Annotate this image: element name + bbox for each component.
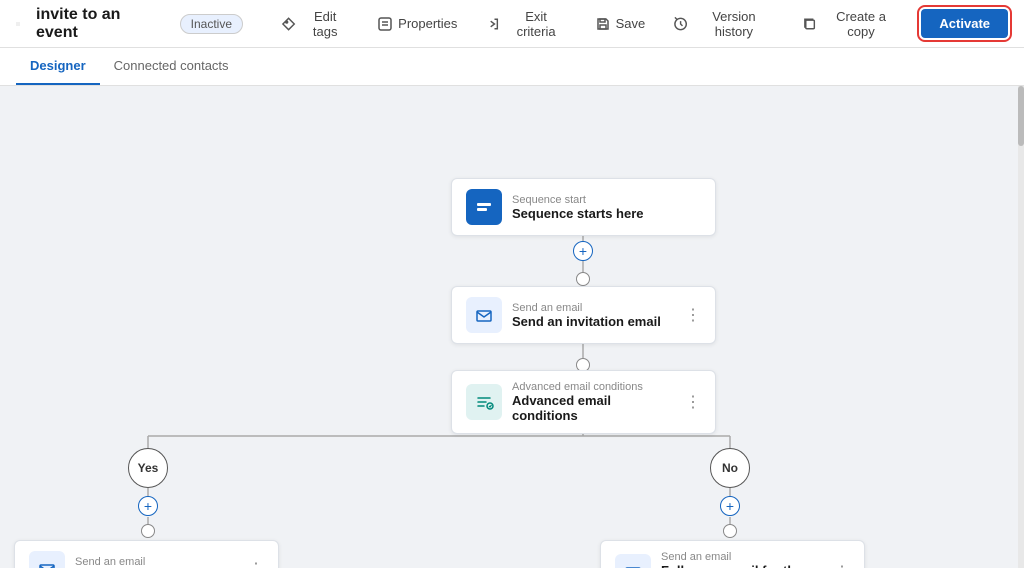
advanced-conditions-node: Advanced email conditions Advanced email… (451, 370, 716, 434)
add-step-yes-button[interactable]: + (138, 496, 158, 516)
scrollbar-thumb[interactable] (1018, 86, 1024, 146)
no-branch-label: No (710, 448, 750, 488)
tab-designer[interactable]: Designer (16, 48, 100, 85)
connector-circle-yes (141, 524, 155, 538)
tabs: Designer Connected contacts (0, 48, 1024, 86)
send-confirmation-node: Send an email Send a confirmation email … (14, 540, 279, 568)
advanced-conditions-label: Advanced email conditions (512, 381, 675, 393)
canvas: Sequence start Sequence starts here + Se… (0, 86, 1024, 568)
follow-up-label: Send an email (661, 551, 824, 563)
exit-criteria-button[interactable]: Exit criteria (479, 5, 572, 43)
version-history-button[interactable]: Version history (667, 5, 780, 43)
advanced-conditions-icon (466, 384, 502, 420)
follow-up-title: Follow up email for the event (661, 563, 824, 568)
sequence-start-label: Sequence start (512, 194, 701, 206)
add-step-1-button[interactable]: + (573, 241, 593, 261)
yes-branch-label: Yes (128, 448, 168, 488)
connector-circle-no (723, 524, 737, 538)
advanced-conditions-menu[interactable]: ⋮ (685, 392, 701, 412)
back-button[interactable] (16, 22, 20, 26)
send-email-icon-1 (466, 297, 502, 333)
scrollbar-track (1018, 86, 1024, 568)
header-actions: Edit tags Properties Exit criteria Save … (275, 5, 1008, 43)
follow-up-menu[interactable]: ⋮ (834, 562, 850, 568)
sequence-start-title: Sequence starts here (512, 206, 701, 221)
header: invite to an event Inactive Edit tags Pr… (0, 0, 1024, 48)
tab-connected-contacts[interactable]: Connected contacts (100, 48, 243, 85)
send-email-icon-2 (29, 551, 65, 568)
connector-circle-1 (576, 272, 590, 286)
save-button[interactable]: Save (589, 12, 652, 36)
send-email-icon-3 (615, 554, 651, 568)
follow-up-node: Send an email Follow up email for the ev… (600, 540, 865, 568)
activate-button[interactable]: Activate (921, 9, 1008, 38)
send-invitation-menu[interactable]: ⋮ (685, 305, 701, 325)
edit-tags-button[interactable]: Edit tags (275, 5, 355, 43)
page-title: invite to an event (36, 6, 164, 42)
properties-button[interactable]: Properties (371, 12, 463, 36)
send-invitation-label: Send an email (512, 302, 675, 314)
sequence-start-node: Sequence start Sequence starts here (451, 178, 716, 236)
send-invitation-node: Send an email Send an invitation email ⋮ (451, 286, 716, 344)
send-invitation-title: Send an invitation email (512, 314, 675, 329)
advanced-conditions-title: Advanced email conditions (512, 393, 675, 423)
sequence-start-icon (466, 189, 502, 225)
create-copy-button[interactable]: Create a copy (796, 5, 905, 43)
status-badge: Inactive (180, 14, 243, 34)
send-confirmation-menu[interactable]: ⋮ (248, 559, 264, 568)
add-step-no-button[interactable]: + (720, 496, 740, 516)
